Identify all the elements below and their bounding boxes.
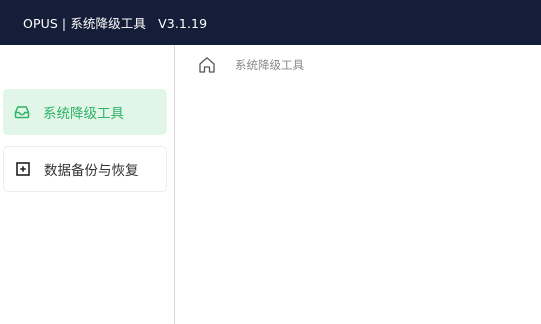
breadcrumb: 系统降级工具 (197, 55, 304, 75)
home-icon[interactable] (197, 55, 217, 75)
sidebar-item-label: 系统降级工具 (43, 106, 124, 122)
top-bar: OPUS | 系统降级工具 V3.1.19 (0, 0, 541, 45)
sidebar-item-label: 数据备份与恢复 (44, 163, 139, 179)
sidebar-item-system-downgrade[interactable]: 系统降级工具 (3, 89, 167, 135)
sidebar-item-data-backup[interactable]: 数据备份与恢复 (3, 146, 167, 192)
main-content: 系统降级工具 (175, 45, 541, 324)
inbox-icon (13, 103, 31, 121)
sidebar: 系统降级工具 数据备份与恢复 (0, 45, 175, 324)
app-title: OPUS | 系统降级工具 V3.1.19 (23, 16, 208, 31)
breadcrumb-current: 系统降级工具 (235, 58, 304, 72)
plus-square-icon (14, 160, 32, 178)
